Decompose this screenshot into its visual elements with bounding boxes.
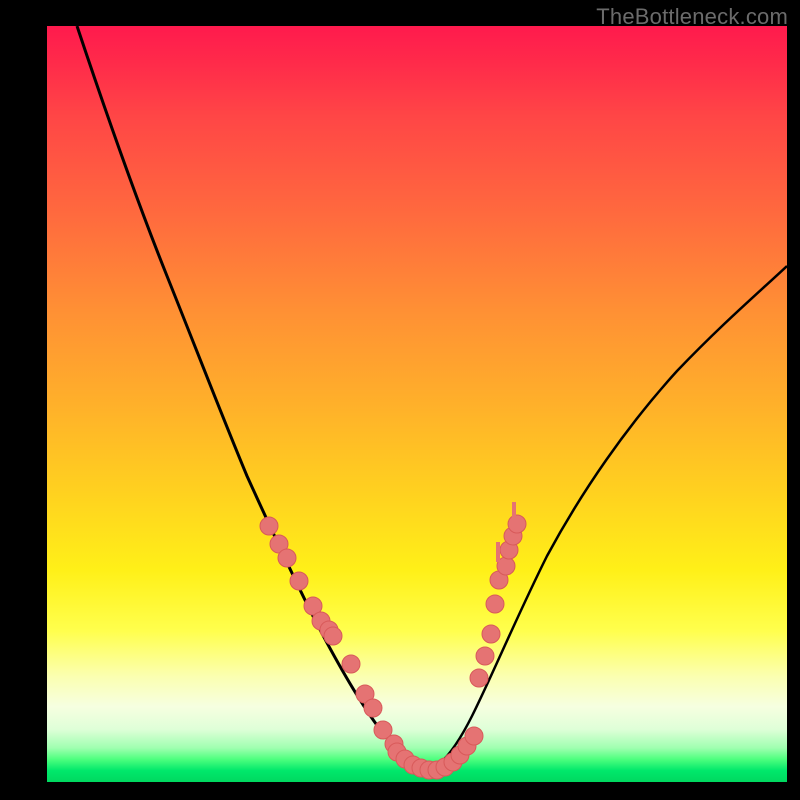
- markers-left: [260, 517, 403, 753]
- chart-frame: TheBottleneck.com: [0, 0, 800, 800]
- markers-bottom: [388, 727, 483, 779]
- watermark-text: TheBottleneck.com: [596, 4, 788, 30]
- plot-area: [47, 26, 787, 782]
- right-curve: [427, 266, 787, 772]
- chart-svg: [47, 26, 787, 782]
- left-curve: [77, 26, 427, 772]
